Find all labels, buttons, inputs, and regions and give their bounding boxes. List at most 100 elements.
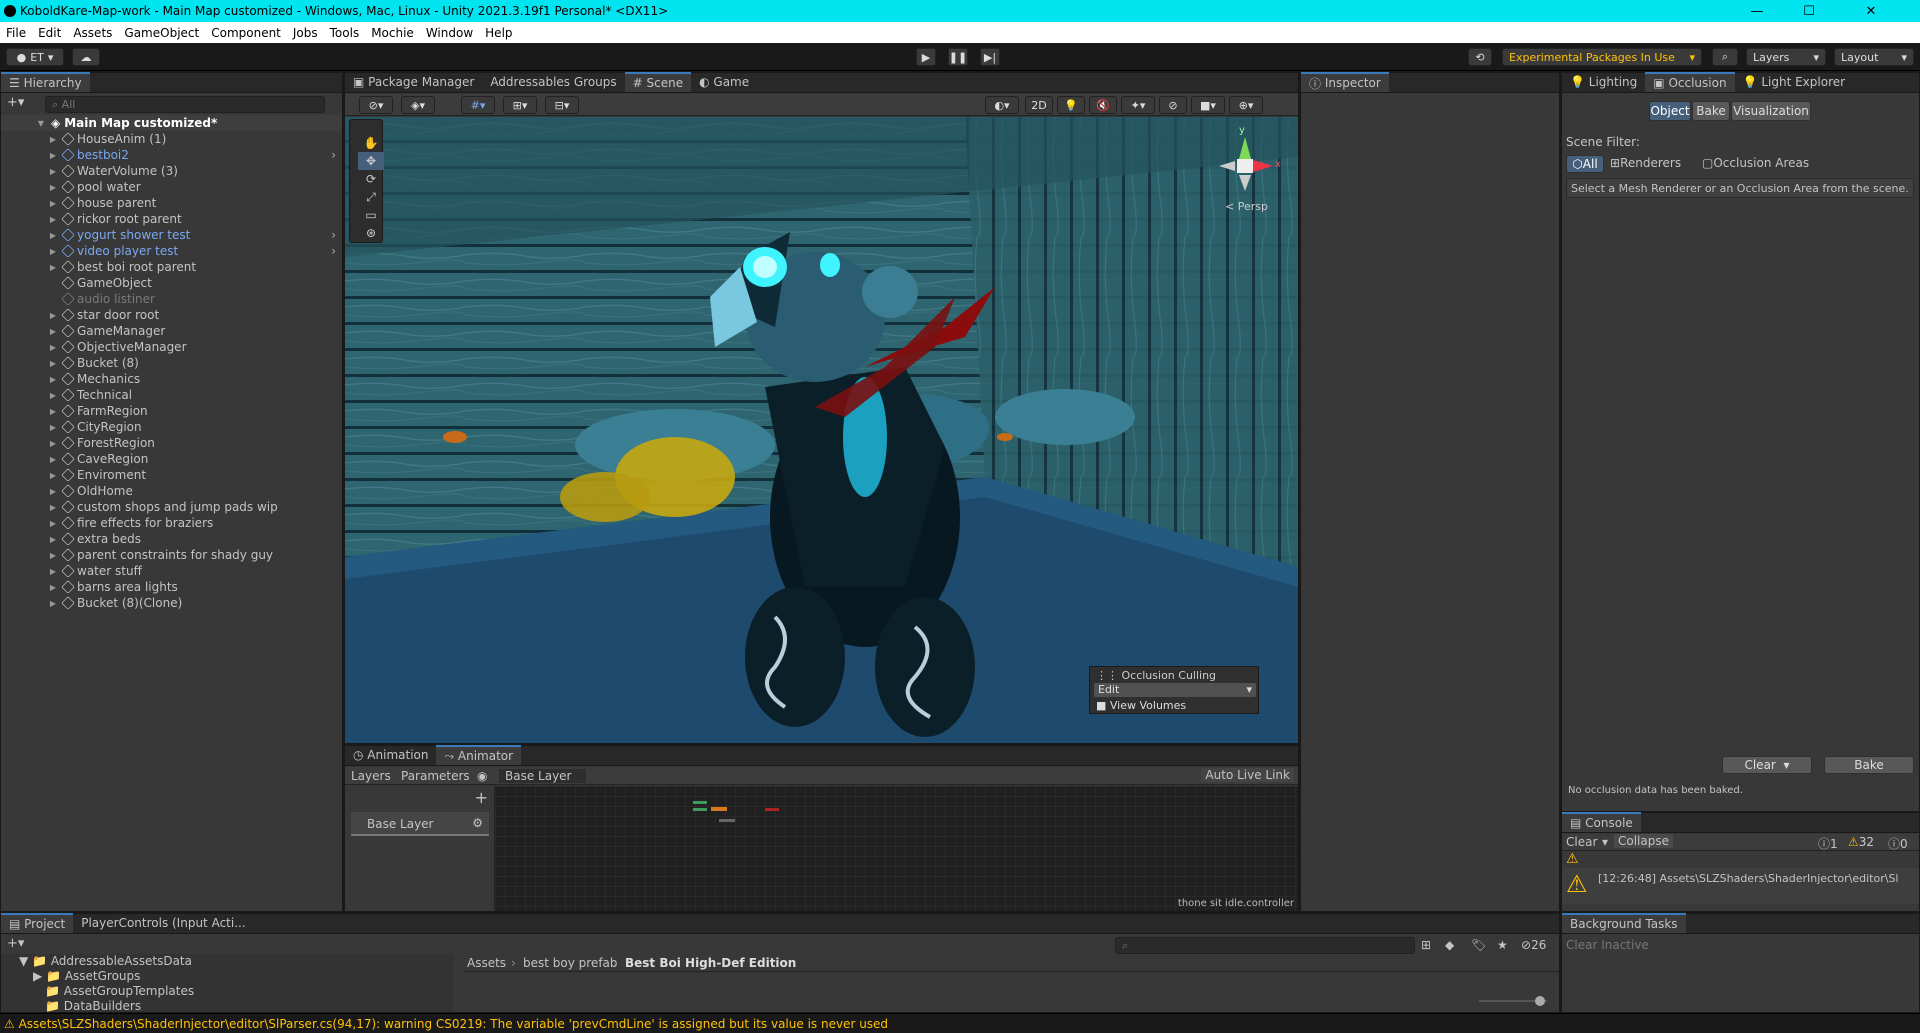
increment-dropdown[interactable]: ⊟▾ (545, 96, 579, 114)
hierarchy-item[interactable]: ▶ ObjectiveManager (1, 339, 342, 355)
hierarchy-item[interactable]: ▶ water stuff (1, 563, 342, 579)
expand-arrow-icon[interactable]: ▶ (47, 503, 59, 512)
scene-viewport[interactable]: ✋ ✥ ⟳ ⤢ ▭ ⊛ y x < Persp ⋮⋮ Occlusion Cul… (345, 117, 1298, 743)
zoom-slider-handle[interactable] (1535, 996, 1545, 1006)
tab-animation[interactable]: ◷ Animation (345, 745, 436, 765)
expand-arrow-icon[interactable]: ▶ (47, 583, 59, 592)
expand-arrow-icon[interactable]: ▶ (47, 375, 59, 384)
clear-inactive-button[interactable]: Clear Inactive (1566, 938, 1649, 952)
hierarchy-item[interactable]: ▶ extra beds (1, 531, 342, 547)
hierarchy-item[interactable]: ▶ Enviroment (1, 467, 342, 483)
hierarchy-item[interactable]: ▶ CaveRegion (1, 451, 342, 467)
gear-icon[interactable]: ⚙ (472, 816, 483, 830)
animator-graph[interactable]: thone sit idle.controller (495, 786, 1298, 911)
tree-item[interactable]: ▼ 📁 AddressableAssetsData (19, 954, 192, 968)
tree-item[interactable]: 📁 DataBuilders (45, 999, 141, 1013)
expand-arrow-icon[interactable]: ▶ (47, 247, 59, 256)
filter-renderers-button[interactable]: ⊞Renderers (1610, 156, 1681, 170)
orientation-gizmo[interactable]: y x < Persp (1205, 125, 1285, 215)
console-collapse-button[interactable]: Collapse (1614, 834, 1673, 848)
hierarchy-item[interactable]: audio listiner (1, 291, 342, 307)
project-add-button[interactable]: +▾ (7, 936, 24, 951)
eye-icon[interactable]: ◉ (477, 769, 487, 783)
expand-arrow-icon[interactable]: ▶ (47, 535, 59, 544)
hierarchy-item[interactable]: ▶ fire effects for braziers (1, 515, 342, 531)
tab-animator[interactable]: ⤳ Animator (436, 745, 522, 765)
menu-gameobject[interactable]: GameObject (124, 26, 199, 40)
layout-dropdown[interactable]: Layout ▾ (1834, 48, 1914, 66)
hierarchy-item[interactable]: ▶ WaterVolume (3) (1, 163, 342, 179)
any-state-node[interactable] (693, 808, 707, 811)
error-count-toggle[interactable]: ⓘ0 (1888, 835, 1908, 852)
expand-arrow-icon[interactable]: ▶ (47, 455, 59, 464)
step-button[interactable]: ▶| (980, 48, 1000, 66)
bake-button[interactable]: Bake (1824, 756, 1914, 774)
view-volumes-toggle[interactable]: ■ View Volumes (1096, 699, 1186, 712)
history-icon[interactable]: ⟲ (1468, 48, 1492, 66)
animator-layers-tab[interactable]: Layers (351, 769, 391, 783)
hierarchy-item[interactable]: ▶ custom shops and jump pads wip (1, 499, 342, 515)
scene-root-row[interactable]: ▼ ◈ Main Map customized* (1, 115, 342, 131)
hierarchy-item[interactable]: ▶ parent constraints for shady guy (1, 547, 342, 563)
add-button[interactable]: +▾ (7, 95, 24, 110)
add-layer-button[interactable]: + (475, 788, 488, 807)
state-node[interactable] (719, 819, 735, 822)
auto-live-link-button[interactable]: Auto Live Link (1201, 768, 1294, 782)
menu-help[interactable]: Help (485, 26, 512, 40)
expand-arrow-icon[interactable]: ▶ (47, 327, 59, 336)
play-button[interactable]: ▶ (916, 48, 936, 66)
expand-arrow-icon[interactable]: ▶ (47, 359, 59, 368)
experimental-packages-dropdown[interactable]: Experimental Packages In Use ▾ (1502, 48, 1702, 66)
account-dropdown[interactable]: ● ET ▾ (6, 48, 64, 66)
expand-arrow-icon[interactable]: ▶ (47, 599, 59, 608)
tab-player-controls[interactable]: PlayerControls (Input Acti... (73, 913, 253, 933)
shading-dropdown[interactable]: ◈▾ (401, 96, 435, 114)
tab-hierarchy[interactable]: ☰ Hierarchy (1, 72, 90, 92)
info-count-toggle[interactable]: ⓘ1 (1818, 835, 1838, 852)
grid-dropdown[interactable]: ⊞▾ (503, 96, 537, 114)
persp-label[interactable]: < Persp (1225, 200, 1268, 213)
expand-arrow-icon[interactable]: ▶ (47, 423, 59, 432)
hidden-objects-icon[interactable]: ⊘ (1159, 96, 1187, 114)
hierarchy-search-input[interactable]: ⌕ All (45, 96, 325, 113)
hierarchy-item[interactable]: GameObject (1, 275, 342, 291)
hierarchy-item[interactable]: ▶ Mechanics (1, 371, 342, 387)
filter-label-icon[interactable]: ◆ (1445, 938, 1454, 952)
maximize-button[interactable]: ☐ (1786, 0, 1832, 22)
project-search-input[interactable]: ⌕ (1115, 937, 1415, 954)
hierarchy-item[interactable]: ▶ Bucket (8) (1, 355, 342, 371)
gizmos-dropdown[interactable]: ⊕▾ (1229, 96, 1263, 114)
console-clear-button[interactable]: Clear (1566, 835, 1597, 849)
hierarchy-item[interactable]: ▶ FarmRegion (1, 403, 342, 419)
chevron-right-icon[interactable]: › (331, 228, 336, 242)
expand-arrow-icon[interactable]: ▶ (47, 407, 59, 416)
tab-inspector[interactable]: ⓘ Inspector (1301, 72, 1389, 92)
expand-arrow-icon[interactable]: ▶ (47, 391, 59, 400)
expand-arrow-icon[interactable]: ▶ (47, 135, 59, 144)
tree-item[interactable]: ▶ 📁 AssetGroups (33, 969, 140, 983)
effects-dropdown[interactable]: ✦▾ (1121, 96, 1155, 114)
rotate-tool-icon[interactable]: ⟳ (358, 170, 384, 188)
grid-snap-dropdown[interactable]: #▾ (461, 96, 495, 114)
scale-tool-icon[interactable]: ⤢ (358, 188, 384, 206)
transform-tool-icon[interactable]: ⊛ (358, 224, 384, 242)
tab-project[interactable]: ▤ Project (1, 913, 74, 933)
expand-arrow-icon[interactable]: ▶ (47, 471, 59, 480)
tab-addressables-groups[interactable]: Addressables Groups (482, 72, 624, 92)
draw-mode-dropdown[interactable]: ⊘▾ (359, 96, 393, 114)
toggle-2d-button[interactable]: 2D (1025, 96, 1053, 114)
expand-arrow-icon[interactable]: ▶ (47, 311, 59, 320)
hierarchy-item[interactable]: ▶ HouseAnim (1) (1, 131, 342, 147)
hierarchy-item[interactable]: ▶ video player test › (1, 243, 342, 259)
expand-arrow-icon[interactable]: ▶ (47, 183, 59, 192)
favorite-icon[interactable]: ★ (1497, 938, 1508, 952)
minimize-button[interactable]: — (1734, 0, 1780, 22)
hierarchy-item[interactable]: ▶ best boi root parent (1, 259, 342, 275)
pause-button[interactable]: ❚❚ (948, 48, 968, 66)
expand-arrow-icon[interactable]: ▶ (47, 263, 59, 272)
hierarchy-item[interactable]: ▶ rickor root parent (1, 211, 342, 227)
tab-light-explorer[interactable]: 💡 Light Explorer (1735, 72, 1854, 92)
menu-window[interactable]: Window (426, 26, 473, 40)
menu-jobs[interactable]: Jobs (293, 26, 318, 40)
close-button[interactable]: ✕ (1848, 0, 1894, 22)
